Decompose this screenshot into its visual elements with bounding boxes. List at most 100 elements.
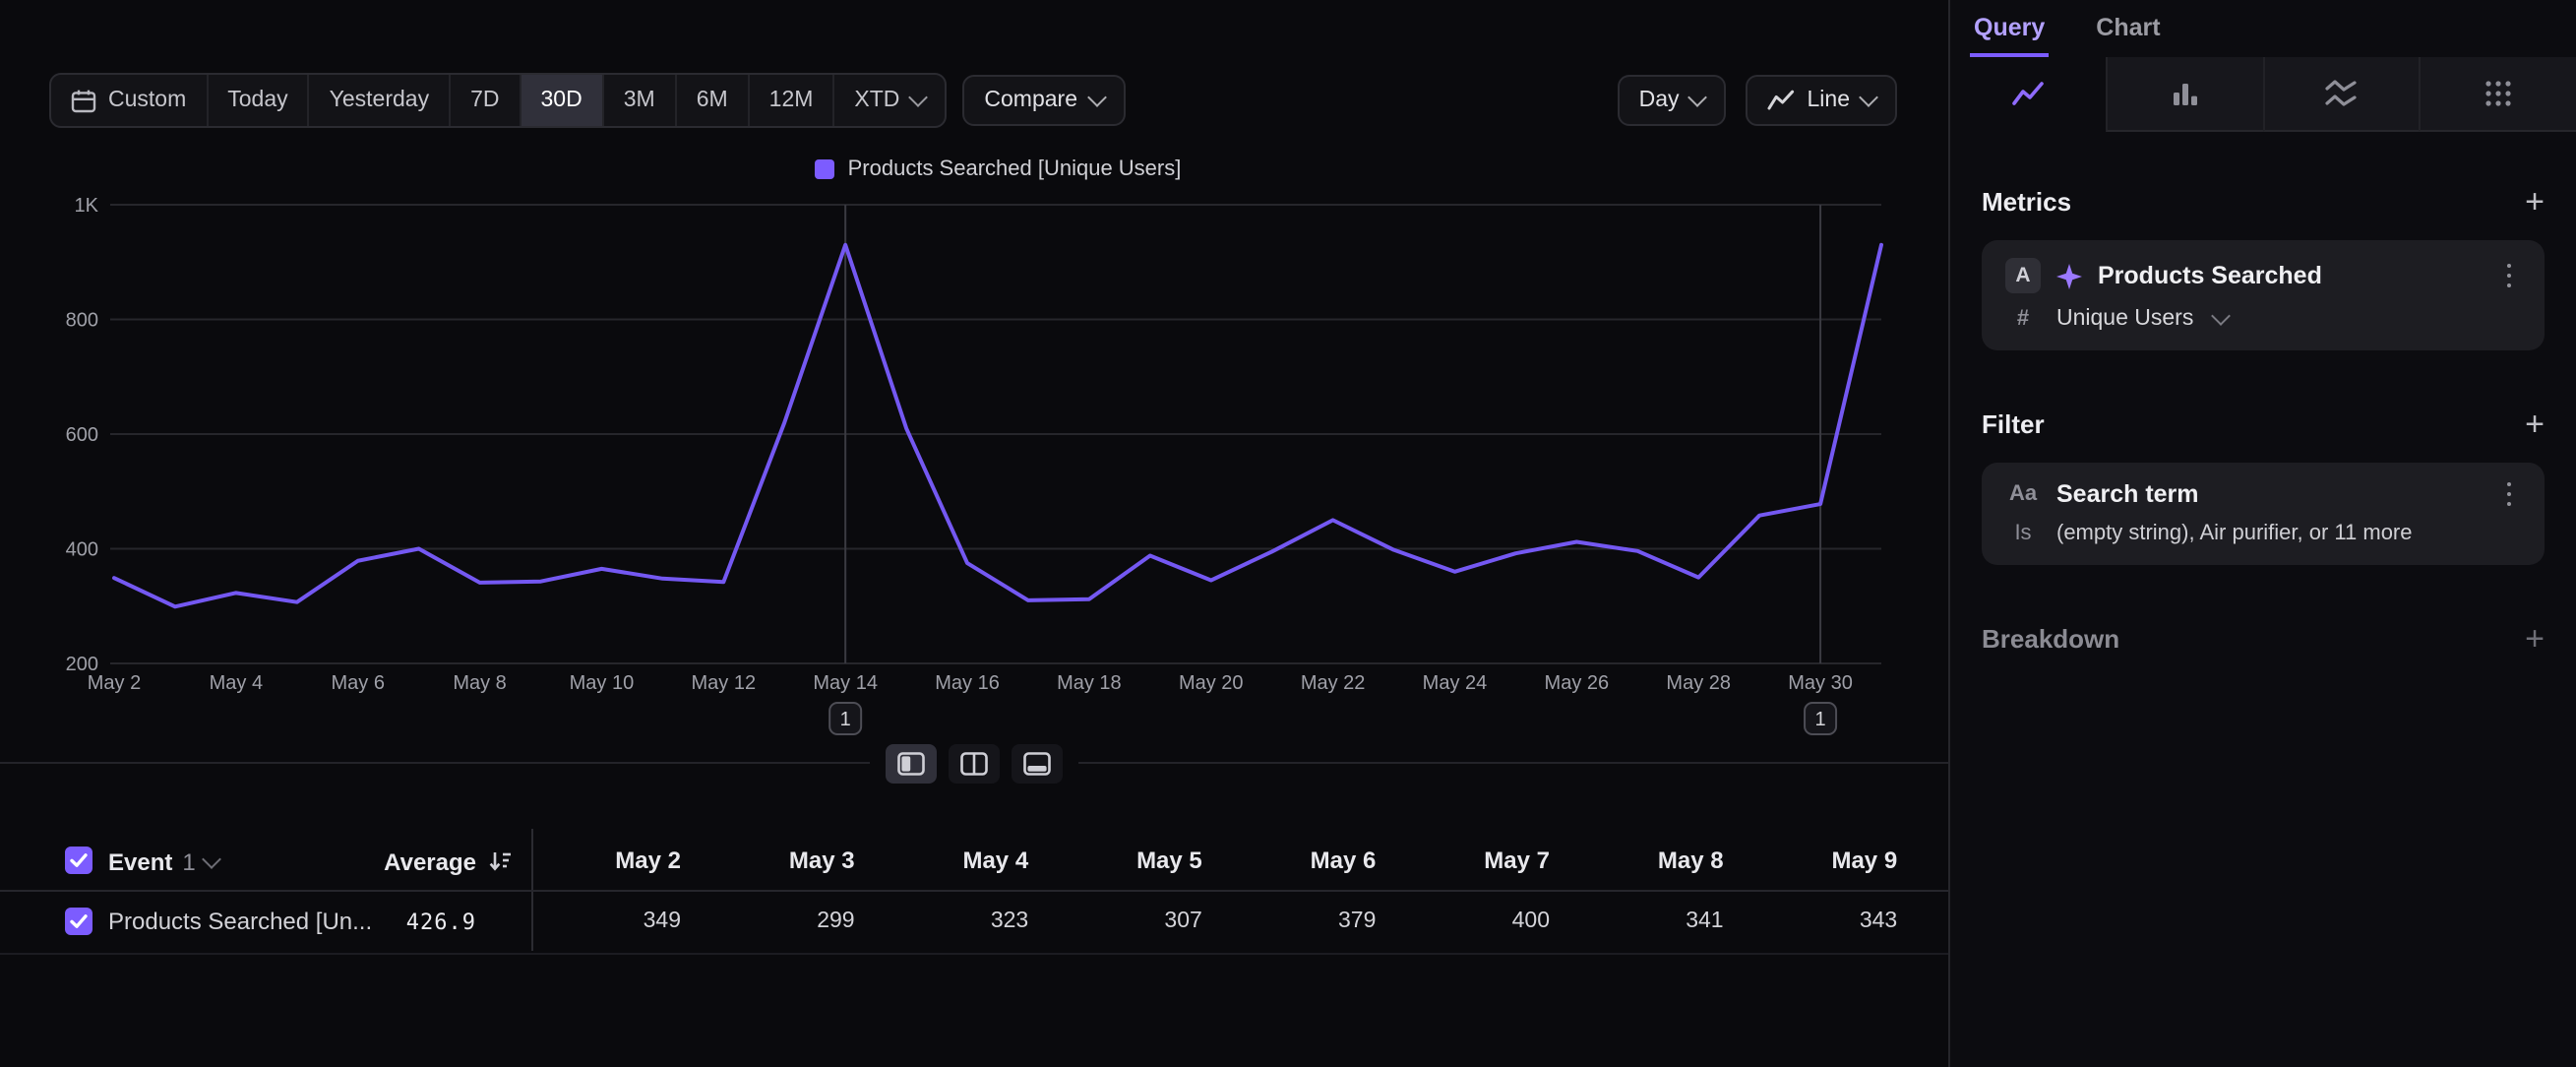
breakdown-section-header: Breakdown + — [1982, 624, 2545, 654]
chevron-down-icon — [1688, 88, 1708, 107]
metrics-section-header: Metrics + — [1982, 187, 2545, 217]
event-count: 1 — [182, 847, 195, 875]
select-all-checkbox[interactable] — [65, 847, 92, 874]
legend-swatch — [815, 159, 834, 179]
tab-bar-chart[interactable] — [2106, 57, 2263, 132]
chevron-down-icon — [909, 88, 929, 107]
value-cell: 307 — [1029, 892, 1202, 953]
chart-type-label: Line — [1808, 89, 1851, 112]
column-header-may-9[interactable]: May 9 — [1724, 833, 1897, 890]
metric-card[interactable]: A Products Searched # Unique Users — [1982, 240, 2545, 350]
column-header-may-7[interactable]: May 7 — [1377, 833, 1550, 890]
layout-split-bottom-button[interactable] — [1012, 743, 1063, 783]
metric-options-button[interactable] — [2497, 264, 2521, 288]
svg-text:May 26: May 26 — [1545, 672, 1610, 694]
svg-text:May 28: May 28 — [1666, 672, 1731, 694]
svg-text:600: 600 — [66, 424, 98, 446]
range-today-button[interactable]: Today — [208, 75, 309, 126]
operator-label: Is — [2005, 522, 2041, 545]
breakdown-table: Event 1 Average May 2May 3May 4May 5May … — [0, 833, 1948, 955]
area-chart-icon — [2325, 77, 2359, 110]
layout-split-left-button[interactable] — [886, 743, 937, 783]
column-header-may-4[interactable]: May 4 — [855, 833, 1028, 890]
measure-label: Unique Users — [2056, 307, 2193, 331]
filter-condition[interactable]: Is (empty string), Air purifier, or 11 m… — [2005, 522, 2521, 545]
column-header-may-3[interactable]: May 3 — [682, 833, 855, 890]
value-cell: 343 — [1724, 892, 1897, 953]
event-selector[interactable]: Event 1 — [108, 833, 219, 890]
visualization-tabs — [1950, 57, 2576, 132]
svg-text:800: 800 — [66, 310, 98, 332]
metrics-title: Metrics — [1982, 187, 2071, 217]
table-header-row: Event 1 Average May 2May 3May 4May 5May … — [0, 833, 1948, 892]
range-xtd-button[interactable]: XTD — [834, 75, 945, 126]
svg-text:May 6: May 6 — [331, 672, 384, 694]
svg-text:May 18: May 18 — [1057, 672, 1122, 694]
range-custom-button[interactable]: Custom — [51, 75, 208, 126]
svg-text:May 16: May 16 — [935, 672, 1000, 694]
split-left-icon — [897, 751, 925, 775]
filter-options-button[interactable] — [2497, 482, 2521, 507]
chart-legend[interactable]: Products Searched [Unique Users] — [114, 157, 1881, 181]
svg-text:May 10: May 10 — [570, 672, 635, 694]
value-cell: 349 — [508, 892, 681, 953]
calendar-icon — [71, 88, 96, 113]
range-7d-button[interactable]: 7D — [451, 75, 521, 126]
svg-text:May 2: May 2 — [88, 672, 141, 694]
event-label: Event — [108, 847, 172, 875]
tab-metrics-grid[interactable] — [2420, 57, 2576, 132]
range-30d-button[interactable]: 30D — [521, 75, 604, 126]
chart-toolbar: CustomTodayYesterday7D30D3M6M12MXTD Comp… — [49, 75, 1897, 126]
svg-text:May 24: May 24 — [1423, 672, 1488, 694]
add-breakdown-button[interactable]: + — [2525, 625, 2545, 653]
tab-chart[interactable]: Chart — [2092, 0, 2164, 57]
range-yesterday-button[interactable]: Yesterday — [310, 75, 451, 126]
chart-type-button[interactable]: Line — [1747, 75, 1898, 126]
split-right-icon — [960, 751, 988, 775]
row-checkbox[interactable] — [65, 908, 92, 935]
range-12m-button[interactable]: 12M — [750, 75, 835, 126]
column-header-may-5[interactable]: May 5 — [1029, 833, 1202, 890]
filter-card[interactable]: Aa Search term Is (empty string), Air pu… — [1982, 463, 2545, 565]
column-header-may-6[interactable]: May 6 — [1202, 833, 1376, 890]
metric-letter-badge: A — [2005, 258, 2041, 293]
column-header-may-2[interactable]: May 2 — [508, 833, 681, 890]
granularity-label: Day — [1639, 89, 1680, 112]
add-metric-button[interactable]: + — [2525, 188, 2545, 216]
filter-property-name: Search term — [2056, 480, 2482, 508]
number-icon: # — [2005, 307, 2041, 331]
condition-values: (empty string), Air purifier, or 11 more — [2056, 522, 2413, 545]
average-column-header: Average — [256, 833, 476, 890]
check-icon — [69, 852, 89, 868]
compare-button[interactable]: Compare — [962, 75, 1125, 126]
table-data-row: Products Searched [Un... 426.9 349299323… — [0, 892, 1948, 955]
svg-text:May 14: May 14 — [813, 672, 878, 694]
granularity-button[interactable]: Day — [1618, 75, 1727, 126]
date-range-group: CustomTodayYesterday7D30D3M6M12MXTD — [49, 73, 947, 128]
value-cell: 323 — [855, 892, 1028, 953]
value-cell: 341 — [1551, 892, 1724, 953]
compare-label: Compare — [984, 89, 1077, 112]
query-builder: Metrics + A Products Searched # Uniqu — [1950, 187, 2576, 654]
insights-report: 2004006008001KMay 2May 4May 6May 8May 10… — [0, 0, 2576, 1067]
tab-query[interactable]: Query — [1970, 0, 2049, 57]
split-bottom-icon — [1023, 751, 1051, 775]
average-value: 426.9 — [256, 892, 476, 953]
column-header-may-8[interactable]: May 8 — [1551, 833, 1724, 890]
measure-selector[interactable]: # Unique Users — [2005, 307, 2521, 331]
value-cell: 400 — [1377, 892, 1550, 953]
line-chart-icon — [2011, 77, 2045, 110]
range-6m-button[interactable]: 6M — [677, 75, 750, 126]
svg-text:May 12: May 12 — [692, 672, 757, 694]
svg-text:1K: 1K — [75, 195, 99, 217]
add-filter-button[interactable]: + — [2525, 410, 2545, 438]
layout-split-right-button[interactable] — [949, 743, 1000, 783]
range-3m-button[interactable]: 3M — [604, 75, 677, 126]
filter-title: Filter — [1982, 409, 2045, 439]
tab-area-chart[interactable] — [2262, 57, 2420, 132]
bar-chart-icon — [2168, 77, 2201, 110]
breakdown-title: Breakdown — [1982, 624, 2119, 654]
svg-text:May 8: May 8 — [453, 672, 506, 694]
tab-line-chart[interactable] — [1950, 57, 2106, 132]
sparkle-icon — [2056, 263, 2082, 288]
